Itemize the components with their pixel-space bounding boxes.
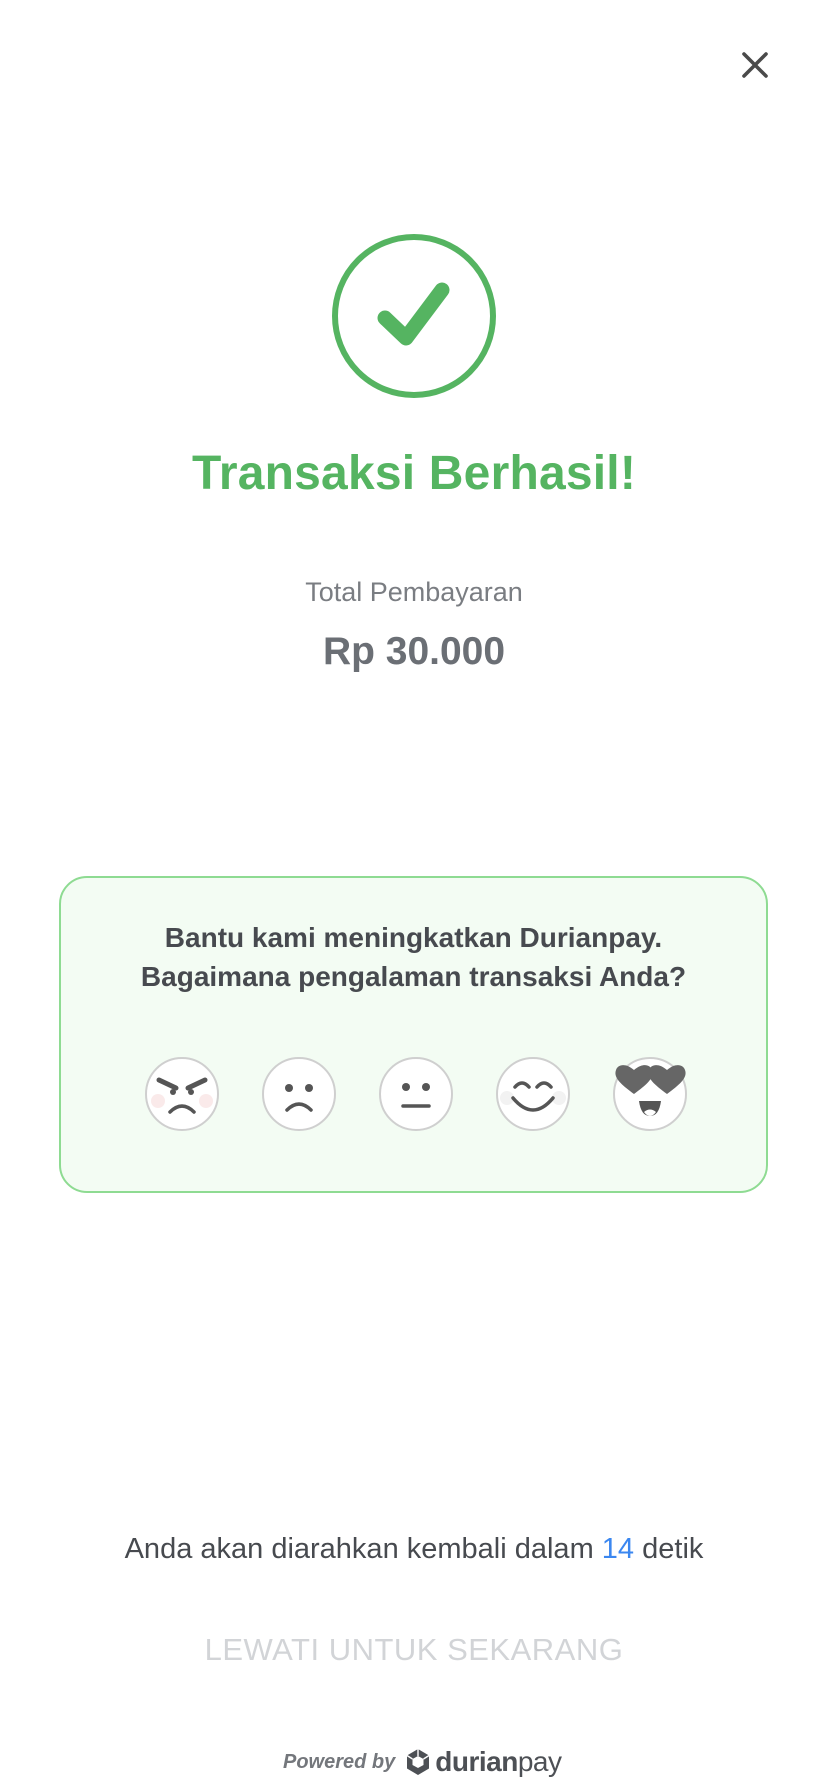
rating-sad-button[interactable] bbox=[261, 1056, 337, 1132]
check-circle-icon bbox=[330, 232, 498, 400]
feedback-prompt-line2: Bagaimana pengalaman transaksi Anda? bbox=[140, 961, 687, 992]
smiling-face-icon bbox=[496, 1057, 570, 1131]
feedback-prompt-line1: Bantu kami meningkatkan Durianpay. bbox=[164, 922, 663, 953]
powered-by-footer: Powered by durianpay bbox=[283, 1744, 562, 1780]
redirect-seconds: 14 bbox=[601, 1533, 635, 1565]
brand-name-regular: pay bbox=[517, 1746, 562, 1777]
skip-button[interactable]: LEWATI UNTUK SEKARANG bbox=[0, 1632, 828, 1668]
close-icon bbox=[742, 52, 768, 78]
brand-name-bold: durian bbox=[435, 1746, 518, 1777]
rating-neutral-button[interactable] bbox=[378, 1056, 454, 1132]
rating-happy-button[interactable] bbox=[495, 1056, 571, 1132]
total-payment-label: Total Pembayaran bbox=[305, 577, 523, 607]
brand-name: durianpay bbox=[435, 1746, 562, 1778]
redirect-suffix: detik bbox=[642, 1533, 704, 1565]
durianpay-logo-icon bbox=[406, 1749, 430, 1775]
sad-face-icon bbox=[262, 1057, 336, 1131]
powered-by-label: Powered by bbox=[283, 1750, 396, 1773]
feedback-card: Bantu kami meningkatkan Durianpay. Bagai… bbox=[59, 876, 768, 1193]
neutral-face-icon bbox=[379, 1057, 453, 1131]
angry-face-icon bbox=[145, 1057, 219, 1131]
close-button[interactable] bbox=[734, 44, 776, 86]
redirect-prefix: Anda akan diarahkan kembali dalam bbox=[124, 1533, 594, 1565]
rating-angry-button[interactable] bbox=[144, 1056, 220, 1132]
total-payment-amount: Rp 30.000 bbox=[322, 630, 506, 673]
rating-love-button[interactable] bbox=[612, 1056, 688, 1132]
page-title: Transaksi Berhasil! bbox=[191, 447, 637, 500]
redirect-countdown: Anda akan diarahkan kembali dalam 14 det… bbox=[0, 1533, 828, 1566]
heart-eyes-face-icon bbox=[613, 1057, 687, 1131]
